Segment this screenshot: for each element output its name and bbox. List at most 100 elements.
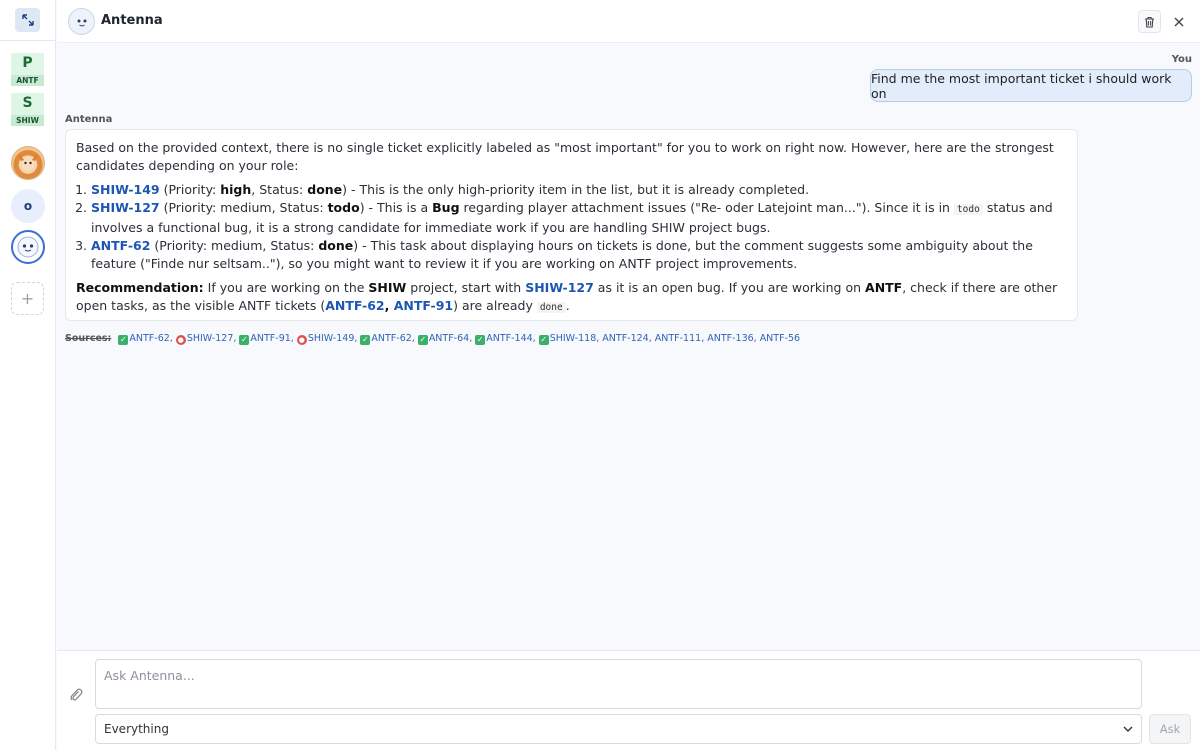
item-type: Bug [432,200,460,215]
source-id: SHIW-149 [307,333,355,344]
source-id: SHIW-127 [186,333,234,344]
rail-divider [0,40,56,41]
source-id: ANTF-111 [654,333,702,344]
task-check-icon: ✓ [360,335,371,345]
composer: Everything Ask [57,650,1200,750]
project-letter: P [22,55,33,71]
source-id: ANTF-62 [129,333,170,344]
source-link[interactable]: ● SHIW-149, [296,333,357,345]
user-avatar-o[interactable]: o [11,189,45,223]
project-letter: S [22,95,33,111]
item-status: done [318,238,354,253]
item-text: (Priority: [159,182,221,197]
close-button[interactable] [1167,10,1190,33]
source-id: ANTF-56 [759,333,801,344]
user-label: You [1171,54,1192,65]
source-link[interactable]: ANTF-136, [707,333,756,344]
source-id: ANTF-64 [428,333,470,344]
antenna-bot-icon [17,236,39,258]
bot-label: Antenna [65,114,113,125]
clear-chat-button[interactable] [1138,10,1161,33]
list-item: SHIW-127 (Priority: medium, Status: todo… [91,199,1067,237]
rec-text: as it is an open bug. If you are working… [593,280,866,295]
source-link[interactable]: ANTF-56 [760,333,800,344]
inline-code: todo [953,204,983,215]
chevron-down-icon [1123,726,1133,732]
item-text: (Priority: medium, Status: [150,238,319,253]
rec-text: project, start with [406,280,526,295]
item-text: , Status: [251,182,308,197]
ticket-link[interactable]: ANTF-62 [325,298,384,313]
paperclip-icon [70,688,83,701]
expand-icon [21,14,34,26]
antenna-header-avatar [68,8,95,35]
task-check-icon: ✓ [118,335,129,345]
trash-icon [1145,16,1154,28]
antenna-avatar[interactable] [11,230,45,264]
task-check-icon: ✓ [475,335,486,345]
bug-icon: ● [175,335,186,345]
bot-intro: Based on the provided context, there is … [76,140,1054,173]
source-link[interactable]: ANTF-111, [655,333,704,344]
item-text: (Priority: medium, Status: [159,200,328,215]
ticket-link[interactable]: ANTF-91 [394,298,453,313]
source-id: ANTF-124 [602,333,649,344]
plus-icon: + [20,289,35,308]
source-id: SHIW-118 [549,333,597,344]
sources-list: Sources: ✓ ANTF-62, ● SHIW-127, ✓ ANTF-91, ● SH… [65,333,803,345]
page-title: Antenna [101,13,163,28]
source-id: ANTF-62 [371,333,412,344]
candidate-list: SHIW-149 (Priority: high, Status: done) … [76,181,1067,273]
source-link[interactable]: ✓ ANTF-144, [475,333,536,345]
rec-text: If you are working on the [203,280,369,295]
rec-project: ANTF [865,280,903,295]
ticket-link[interactable]: SHIW-149 [91,182,160,197]
source-link[interactable]: ✓ ANTF-62, [118,333,173,345]
user-avatar-fox[interactable] [11,146,45,180]
source-id: ANTF-144 [486,333,533,344]
left-rail: P ANTF S SHIW o + [0,0,56,750]
project-antf[interactable]: P ANTF [11,53,44,86]
bug-icon: ● [296,335,307,345]
list-item: ANTF-62 (Priority: medium, Status: done)… [91,237,1067,273]
scope-select[interactable]: Everything [95,714,1142,744]
source-link[interactable]: ✓ SHIW-118, [538,333,599,345]
close-icon [1174,17,1183,26]
item-priority: high [220,182,252,197]
add-button[interactable]: + [11,282,44,315]
scope-value: Everything [104,722,169,736]
antenna-bot-icon [77,19,86,26]
source-link[interactable]: ANTF-124, [602,333,651,344]
source-link[interactable]: ✓ ANTF-91, [239,333,294,345]
chat-header: Antenna [57,0,1200,43]
rec-project: SHIW [368,280,407,295]
project-key: SHIW [11,115,44,126]
attach-button[interactable] [69,687,83,703]
ask-button[interactable]: Ask [1149,714,1191,744]
item-text: regarding player attachment issues ("Re-… [459,200,954,215]
item-text: ) - This is the only high-priority item … [342,182,810,197]
project-shiw[interactable]: S SHIW [11,93,44,126]
avatar-initial: o [23,199,33,213]
rec-text: , [384,298,394,313]
source-link[interactable]: ✓ ANTF-64, [417,333,472,345]
ticket-link[interactable]: SHIW-127 [91,200,160,215]
item-status: done [307,182,343,197]
expand-button[interactable] [15,8,40,32]
item-text: ) - This is a [359,200,433,215]
task-check-icon: ✓ [417,335,428,345]
source-link[interactable]: ● SHIW-127, [175,333,236,345]
ticket-link[interactable]: ANTF-62 [91,238,150,253]
ask-input[interactable] [95,659,1142,709]
bot-message: Based on the provided context, there is … [65,129,1078,321]
recommendation: Recommendation: If you are working on th… [76,279,1067,317]
rec-text: ) are already [453,298,537,313]
ticket-link[interactable]: SHIW-127 [525,280,594,295]
inline-code: done [536,302,566,313]
source-id: ANTF-91 [250,333,291,344]
task-check-icon: ✓ [239,335,250,345]
source-link[interactable]: ✓ ANTF-62, [360,333,415,345]
sources-label: Sources: [65,333,112,344]
source-id: ANTF-136 [707,333,754,344]
task-check-icon: ✓ [538,335,549,345]
